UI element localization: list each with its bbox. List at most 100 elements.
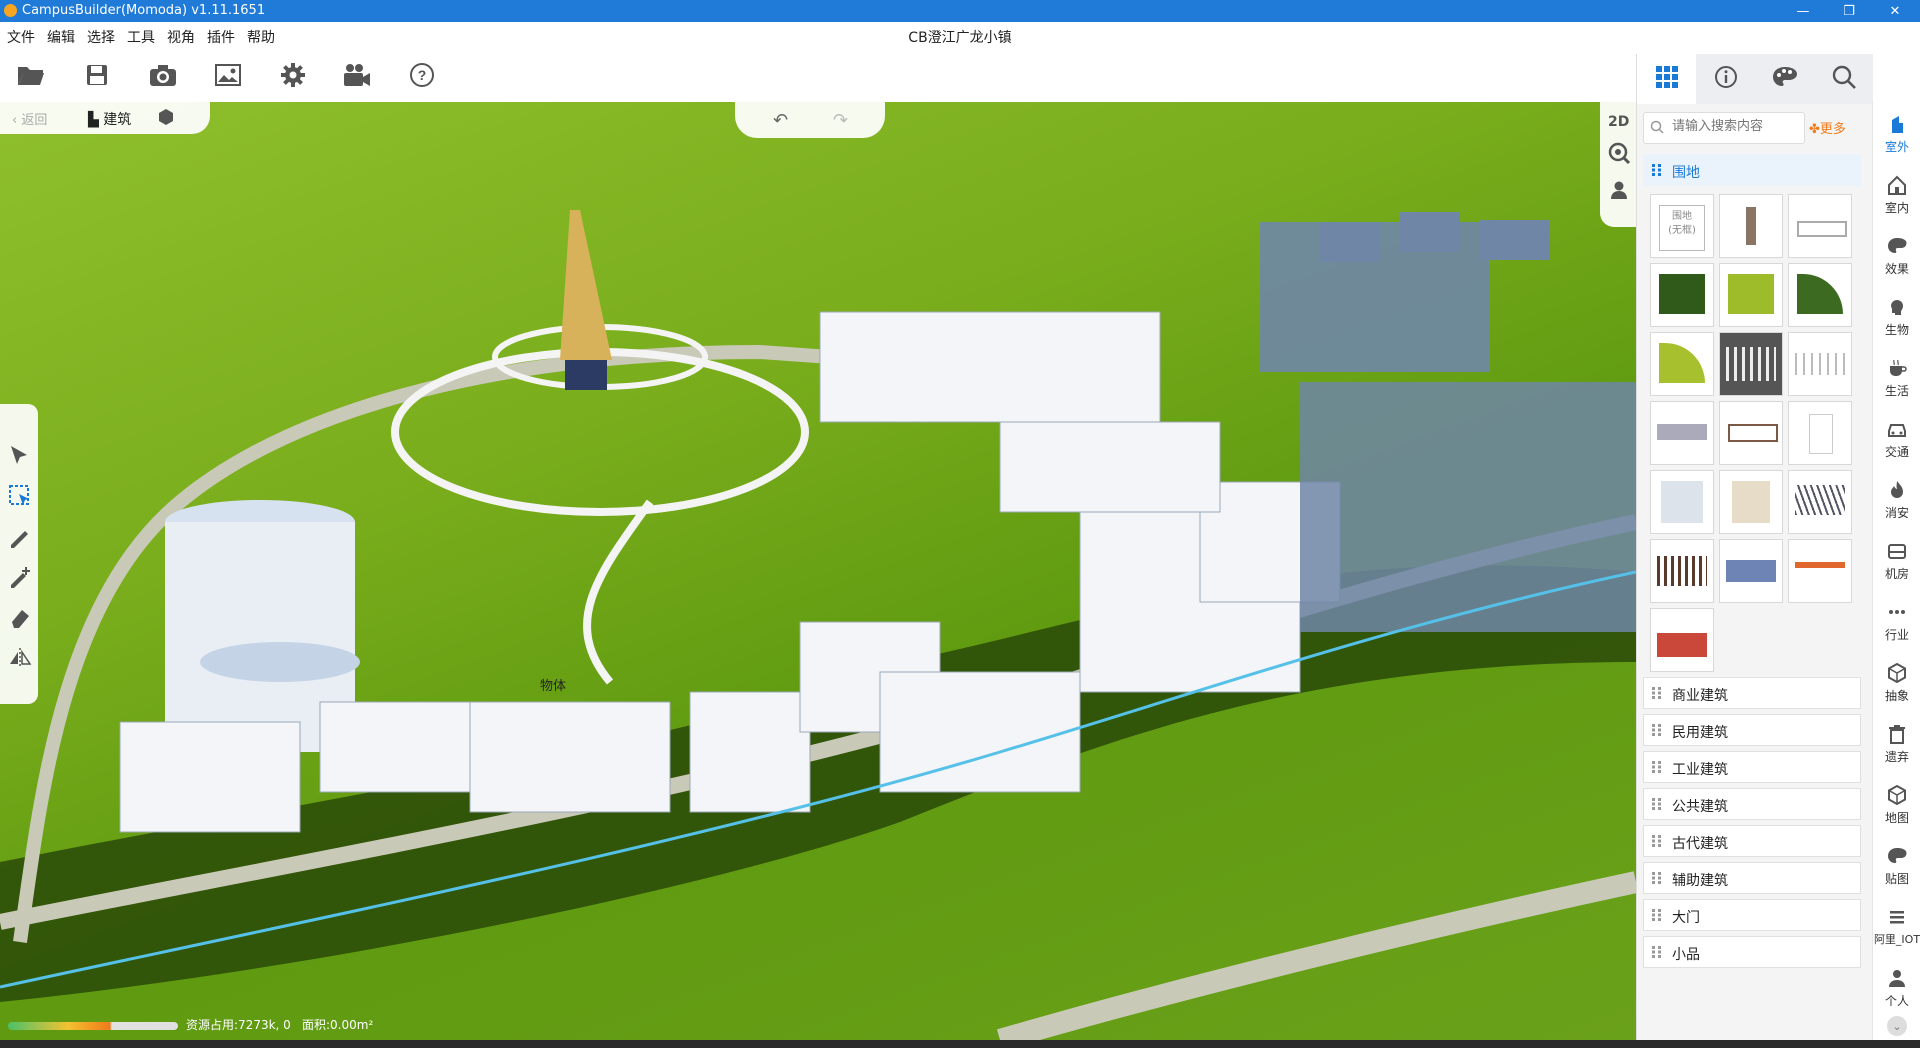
tab-search[interactable] bbox=[1814, 54, 1873, 104]
tab-style[interactable] bbox=[1755, 54, 1814, 104]
asset-thumb[interactable] bbox=[1788, 470, 1852, 534]
asset-thumb[interactable] bbox=[1788, 263, 1852, 327]
rail-label: 地图 bbox=[1884, 811, 1909, 825]
rail-item-personal[interactable]: 个人 bbox=[1873, 962, 1920, 1012]
asset-thumb[interactable] bbox=[1719, 401, 1783, 465]
search-icon bbox=[1832, 65, 1856, 93]
menu-bar: 文件 编辑 选择 工具 视角 插件 帮助 CB澄江广龙小镇 bbox=[0, 22, 1920, 48]
asset-preview bbox=[1726, 560, 1776, 582]
category-item[interactable]: 古代建筑 bbox=[1643, 825, 1861, 857]
grid-icon bbox=[1655, 65, 1679, 93]
rail-item-discarded[interactable]: 遗弃 bbox=[1873, 718, 1920, 768]
rail-item-creatures[interactable]: 生物 bbox=[1873, 291, 1920, 341]
eraser-icon[interactable] bbox=[8, 606, 32, 630]
asset-thumb[interactable] bbox=[1719, 539, 1783, 603]
asset-preview bbox=[1657, 424, 1707, 440]
asset-thumb[interactable] bbox=[1650, 401, 1714, 465]
scene-viewport[interactable]: ‹ 返回 ▙ 建筑 ↶ ↷ 2D 物体 资源占用:7273k, 0 面积:0.0… bbox=[0, 102, 1636, 1040]
grip-icon bbox=[1652, 724, 1662, 736]
first-person-icon[interactable] bbox=[1610, 180, 1628, 204]
palette-icon bbox=[1772, 65, 1798, 93]
settings-icon[interactable] bbox=[276, 58, 310, 92]
rail-item-industry[interactable]: 行业 bbox=[1873, 596, 1920, 646]
category-item[interactable]: 公共建筑 bbox=[1643, 788, 1861, 820]
asset-preview bbox=[1732, 481, 1770, 523]
rail-item-indoor[interactable]: 室内 bbox=[1873, 169, 1920, 219]
zoom-icon[interactable] bbox=[1608, 142, 1631, 168]
rail-item-traffic[interactable]: 交通 bbox=[1873, 413, 1920, 463]
rail-label: 消安 bbox=[1884, 506, 1909, 520]
rail-item-outdoor[interactable]: 室外 bbox=[1873, 108, 1920, 158]
asset-preview bbox=[1657, 556, 1707, 586]
scene-illustration bbox=[0, 210, 1636, 1040]
add-point-icon[interactable] bbox=[8, 566, 32, 590]
category-item[interactable]: 辅助建筑 bbox=[1643, 862, 1861, 894]
redo-icon[interactable]: ↷ bbox=[833, 110, 848, 131]
asset-preview bbox=[1728, 424, 1778, 442]
asset-preview bbox=[1795, 562, 1845, 568]
save-icon[interactable] bbox=[80, 58, 114, 92]
category-item[interactable]: 民用建筑 bbox=[1643, 714, 1861, 746]
rail-label: 阿里_IOT bbox=[1873, 933, 1920, 946]
asset-preview bbox=[1728, 274, 1774, 314]
camera-icon[interactable] bbox=[146, 58, 180, 92]
rail-item-effects[interactable]: 效果 bbox=[1873, 230, 1920, 280]
rail-item-life[interactable]: 生活 bbox=[1873, 352, 1920, 402]
video-camera-icon[interactable] bbox=[340, 58, 374, 92]
rail-item-texture[interactable]: 贴图 bbox=[1873, 840, 1920, 890]
back-button[interactable]: ‹ 返回 bbox=[12, 109, 47, 128]
rail-item-fire-safety[interactable]: 消安 bbox=[1873, 474, 1920, 524]
category-item[interactable]: 工业建筑 bbox=[1643, 751, 1861, 783]
asset-thumb[interactable] bbox=[1719, 263, 1783, 327]
asset-thumb[interactable] bbox=[1719, 470, 1783, 534]
asset-thumb[interactable] bbox=[1650, 332, 1714, 396]
asset-thumb[interactable] bbox=[1788, 332, 1852, 396]
rail-item-aliyun-iot[interactable]: 阿里_IOT bbox=[1873, 901, 1920, 951]
asset-thumb[interactable] bbox=[1650, 470, 1714, 534]
view-mode-2d-button[interactable]: 2D bbox=[1608, 114, 1629, 130]
rail-item-abstract[interactable]: 抽象 bbox=[1873, 657, 1920, 707]
cube-icon[interactable] bbox=[158, 108, 174, 130]
category-label: 古代建筑 bbox=[1672, 836, 1728, 852]
asset-preview bbox=[1809, 414, 1833, 454]
category-active[interactable]: 围地 bbox=[1643, 154, 1861, 186]
asset-thumb[interactable] bbox=[1788, 194, 1852, 258]
asset-preview bbox=[1795, 485, 1845, 515]
tab-library[interactable] bbox=[1637, 54, 1696, 104]
category-label: 商业建筑 bbox=[1672, 688, 1728, 704]
help-icon[interactable]: ? bbox=[405, 58, 439, 92]
asset-thumb[interactable]: 围地 (无框) bbox=[1650, 194, 1714, 258]
close-icon[interactable]: ✕ bbox=[1872, 0, 1918, 22]
asset-thumb[interactable] bbox=[1788, 539, 1852, 603]
minimize-icon[interactable]: — bbox=[1780, 0, 1826, 22]
more-button[interactable]: ✤更多 bbox=[1809, 118, 1846, 137]
image-icon[interactable] bbox=[211, 58, 245, 92]
person-head-icon bbox=[1887, 297, 1907, 317]
pointer-icon[interactable] bbox=[8, 444, 32, 468]
box-select-icon[interactable] bbox=[8, 484, 32, 508]
category-item[interactable]: 大门 bbox=[1643, 899, 1861, 931]
asset-thumb[interactable] bbox=[1719, 332, 1783, 396]
home-icon bbox=[1887, 175, 1907, 195]
draw-line-icon[interactable] bbox=[8, 526, 32, 550]
category-item[interactable]: 商业建筑 bbox=[1643, 677, 1861, 709]
restore-icon[interactable]: ❐ bbox=[1826, 0, 1872, 22]
tab-info[interactable] bbox=[1696, 54, 1755, 104]
search-input[interactable] bbox=[1670, 118, 1804, 135]
rail-item-server-room[interactable]: 机房 bbox=[1873, 535, 1920, 585]
rail-item-map[interactable]: 地图 bbox=[1873, 779, 1920, 829]
rail-label: 个人 bbox=[1884, 994, 1909, 1008]
mirror-icon[interactable] bbox=[8, 646, 32, 670]
rail-label: 遗弃 bbox=[1884, 750, 1909, 764]
undo-icon[interactable]: ↶ bbox=[773, 110, 788, 131]
scroll-down-icon[interactable]: ⌄ bbox=[1887, 1016, 1907, 1036]
cup-icon bbox=[1887, 358, 1907, 378]
category-item[interactable]: 小品 bbox=[1643, 936, 1861, 968]
folder-open-icon[interactable] bbox=[14, 58, 48, 92]
building-breadcrumb[interactable]: ▙ 建筑 bbox=[88, 109, 131, 129]
asset-thumb[interactable] bbox=[1719, 194, 1783, 258]
asset-thumb[interactable] bbox=[1650, 608, 1714, 672]
asset-thumb[interactable] bbox=[1650, 539, 1714, 603]
asset-thumb[interactable] bbox=[1788, 401, 1852, 465]
asset-thumb[interactable] bbox=[1650, 263, 1714, 327]
